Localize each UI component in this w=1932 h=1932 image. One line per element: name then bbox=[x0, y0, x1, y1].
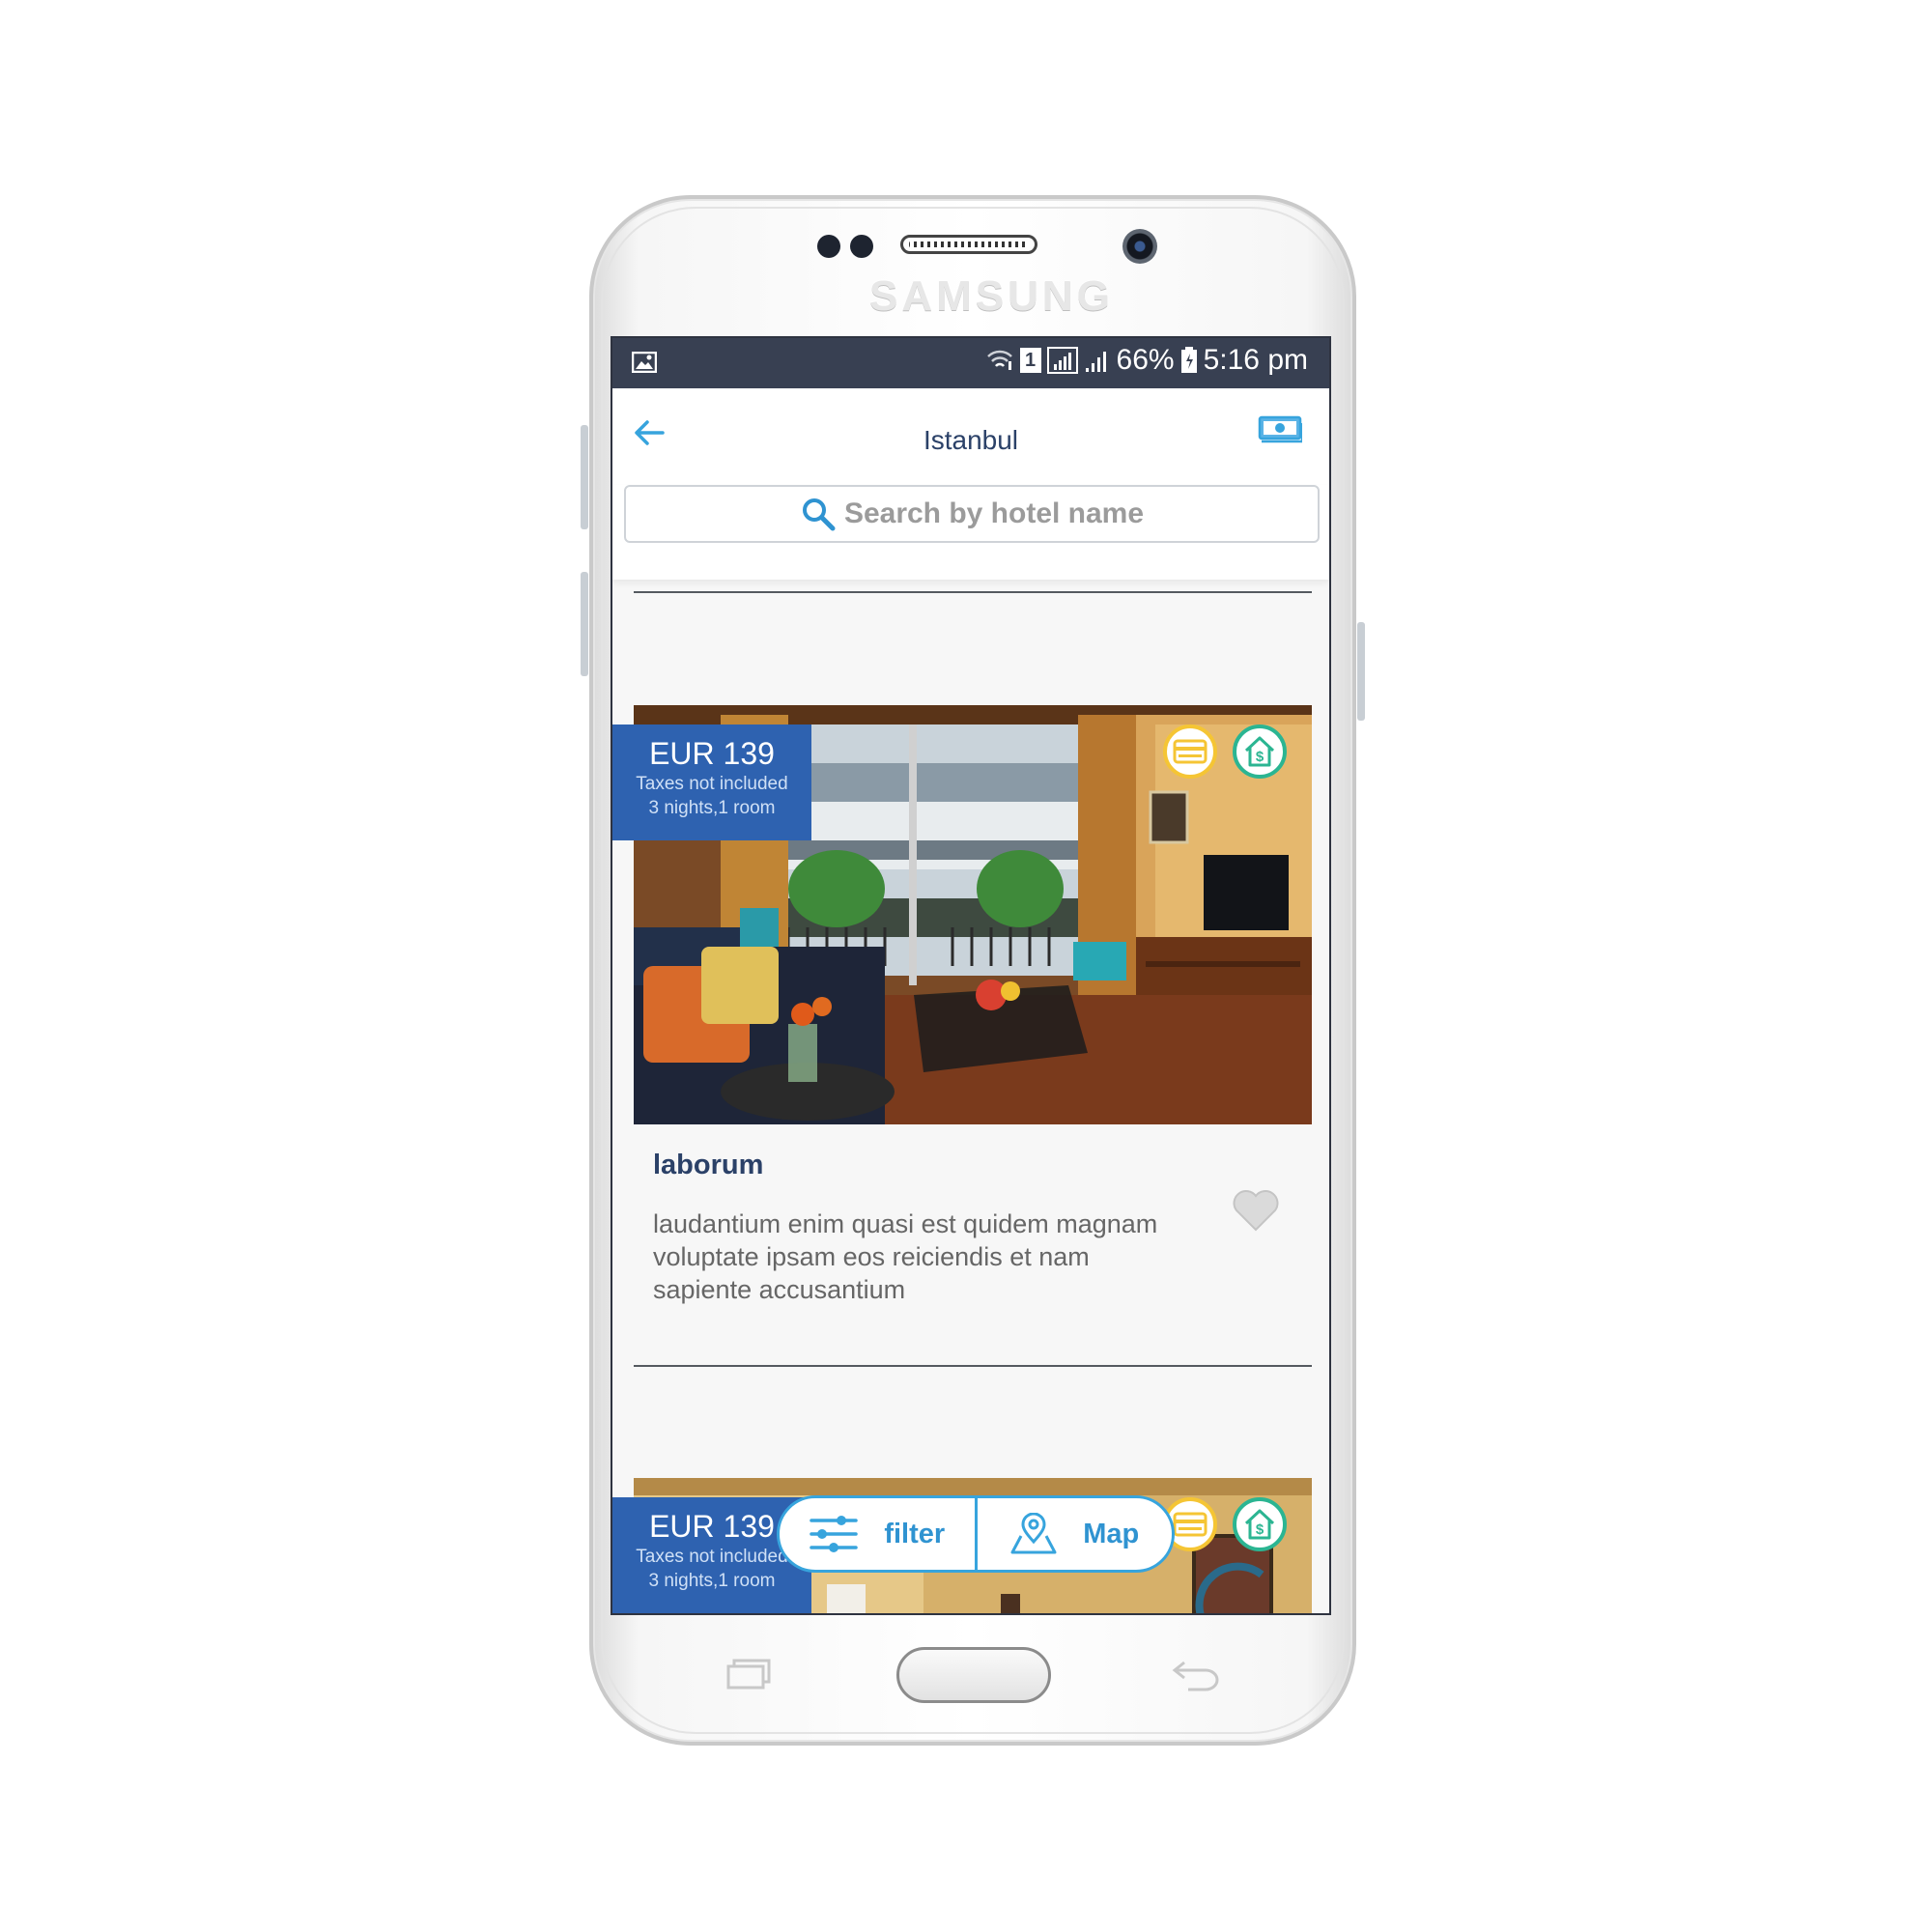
map-label: Map bbox=[1083, 1518, 1140, 1549]
svg-text:$: $ bbox=[1256, 749, 1264, 765]
signal-sim2-icon bbox=[1085, 352, 1106, 372]
filter-label: filter bbox=[884, 1518, 946, 1549]
recent-apps-icon bbox=[726, 1659, 771, 1690]
app-screen: 1 66% 5:16 pm Istanbul Search by hotel n… bbox=[611, 336, 1331, 1615]
hotel-description: laudantium enim quasi est quidem magnam … bbox=[653, 1209, 1158, 1304]
filter-button[interactable]: filter bbox=[780, 1498, 975, 1570]
status-icons: 1 66% 5:16 pm bbox=[985, 344, 1308, 377]
search-area: Search by hotel name bbox=[612, 485, 1329, 580]
sliders-icon bbox=[810, 1516, 859, 1552]
sensor-dot bbox=[850, 235, 873, 258]
home-dollar-icon: $ bbox=[1244, 1509, 1275, 1540]
battery-percent: 66% bbox=[1116, 344, 1175, 376]
search-placeholder: Search by hotel name bbox=[843, 497, 1145, 529]
credit-card-icon bbox=[1173, 1512, 1208, 1537]
sim-badge: 1 bbox=[1019, 348, 1041, 373]
front-camera bbox=[1122, 229, 1157, 264]
tax-note: Taxes not included bbox=[636, 774, 788, 794]
stay-details: 3 nights,1 room bbox=[648, 798, 776, 818]
page-title: Istanbul bbox=[923, 425, 1019, 455]
home-dollar-icon: $ bbox=[1244, 736, 1275, 767]
svg-text:$: $ bbox=[1256, 1521, 1264, 1538]
pay-at-hotel-badge: $ bbox=[1233, 724, 1287, 779]
filter-map-toggle: filter Map bbox=[777, 1495, 1175, 1573]
wifi-icon bbox=[986, 350, 1012, 370]
pay-at-hotel-badge: $ bbox=[1233, 1497, 1287, 1551]
battery-charging-icon bbox=[1180, 347, 1197, 373]
clock: 5:16 pm bbox=[1203, 344, 1308, 376]
earpiece-speaker bbox=[900, 235, 1037, 254]
app-bar: Istanbul bbox=[612, 388, 1329, 485]
hotel-name[interactable]: laborum bbox=[653, 1150, 763, 1181]
hotel-price: EUR 139 bbox=[649, 736, 775, 771]
status-bar: 1 66% 5:16 pm bbox=[612, 338, 1329, 388]
stay-details: 3 nights,1 room bbox=[648, 1571, 776, 1591]
back-key[interactable] bbox=[1171, 1654, 1221, 1702]
power-button bbox=[1357, 622, 1365, 721]
back-arrow-icon bbox=[1172, 1661, 1219, 1691]
price-tag: EUR 139 Taxes not included 3 nights,1 ro… bbox=[612, 724, 811, 840]
search-icon bbox=[802, 498, 836, 531]
search-input[interactable]: Search by hotel name bbox=[624, 485, 1320, 543]
pay-by-card-badge bbox=[1163, 724, 1217, 779]
volume-down-button bbox=[581, 572, 588, 676]
recent-apps-key[interactable] bbox=[724, 1654, 773, 1702]
map-button[interactable]: Map bbox=[978, 1498, 1173, 1570]
volume-up-button bbox=[581, 425, 588, 529]
gallery-notification-icon bbox=[632, 352, 657, 373]
currency-icon[interactable] bbox=[1258, 415, 1302, 444]
brand-logo: SAMSUNG bbox=[869, 272, 1114, 320]
list-divider bbox=[634, 591, 1312, 593]
signal-sim1-icon bbox=[1046, 347, 1078, 374]
list-divider bbox=[634, 1365, 1312, 1367]
favorite-heart-icon[interactable] bbox=[1231, 1188, 1281, 1233]
home-button[interactable] bbox=[896, 1647, 1051, 1703]
sensor-dot bbox=[817, 235, 840, 258]
credit-card-icon bbox=[1173, 739, 1208, 764]
map-pin-icon bbox=[1010, 1513, 1057, 1554]
